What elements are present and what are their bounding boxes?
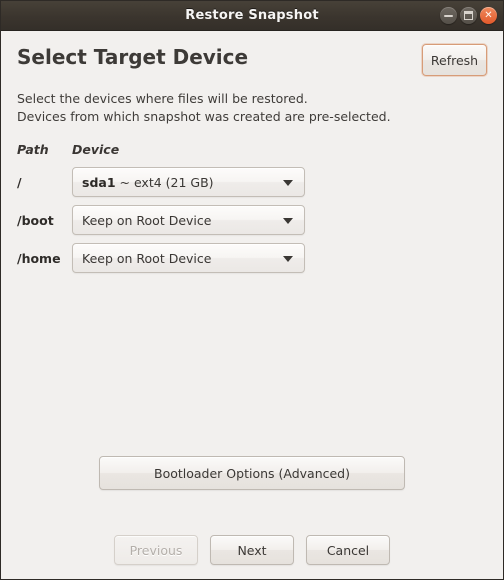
dialog-content: Select Target Device Refresh Select the … (1, 31, 503, 521)
dialog-action-bar: Previous Next Cancel (1, 521, 503, 579)
refresh-button[interactable]: Refresh (422, 44, 487, 76)
row-path-label: / (17, 174, 22, 190)
window-titlebar: Restore Snapshot ✕ (1, 1, 503, 31)
device-dropdown-root[interactable]: sda1 ~ ext4 (21 GB) (72, 167, 305, 198)
minimize-icon[interactable] (440, 7, 457, 24)
device-dropdown-root-device: sda1 (82, 174, 116, 190)
description-line-1: Select the devices where files will be r… (17, 91, 308, 106)
maximize-icon[interactable] (460, 7, 477, 24)
window-title: Restore Snapshot (185, 8, 319, 23)
device-dropdown-root-label: sda1 ~ ext4 (21 GB) (73, 175, 214, 190)
restore-snapshot-window: Restore Snapshot ✕ Select Target Device … (0, 0, 504, 580)
column-header-device: Device (72, 142, 120, 158)
table-row: / sda1 ~ ext4 (21 GB) (17, 163, 487, 201)
close-icon[interactable]: ✕ (480, 7, 497, 24)
chevron-down-icon (283, 256, 293, 263)
device-table-header-row: Path Device (17, 142, 487, 163)
bootloader-options-button[interactable]: Bootloader Options (Advanced) (99, 456, 405, 490)
table-row: /boot Keep on Root Device (17, 201, 487, 239)
device-dropdown-boot-label: Keep on Root Device (82, 212, 212, 228)
row-path-label: /boot (17, 212, 54, 228)
previous-button[interactable]: Previous (114, 535, 198, 565)
device-dropdown-home[interactable]: Keep on Root Device (72, 243, 305, 274)
device-table-body: / sda1 ~ ext4 (21 GB) /boot Keep on Root… (17, 163, 487, 277)
row-device-cell: Keep on Root Device (72, 201, 487, 239)
row-path-label: /home (17, 250, 61, 266)
device-dropdown-root-detail: ~ ext4 (21 GB) (115, 174, 214, 190)
next-button[interactable]: Next (210, 535, 294, 565)
page-title: Select Target Device (17, 45, 249, 69)
bootloader-row: Bootloader Options (Advanced) (17, 456, 487, 521)
table-row: /home Keep on Root Device (17, 239, 487, 277)
maximize-glyph (464, 11, 473, 20)
device-dropdown-home-label: Keep on Root Device (82, 250, 212, 266)
column-header-path: Path (17, 142, 49, 158)
description-text: Select the devices where files will be r… (17, 90, 487, 126)
header-row: Select Target Device Refresh (17, 44, 487, 76)
row-device-cell: sda1 ~ ext4 (21 GB) (72, 163, 487, 201)
row-device-cell: Keep on Root Device (72, 239, 487, 277)
device-dropdown-boot[interactable]: Keep on Root Device (72, 205, 305, 236)
device-table-head: Path Device (17, 142, 487, 163)
chevron-down-icon (283, 218, 293, 225)
minimize-glyph (444, 15, 453, 17)
description-line-2: Devices from which snapshot was created … (17, 109, 391, 125)
close-glyph: ✕ (484, 9, 493, 21)
chevron-down-icon (283, 180, 293, 187)
cancel-button[interactable]: Cancel (306, 535, 390, 565)
device-table: Path Device / sda1 ~ ext4 (21 GB) /boot … (17, 142, 487, 277)
window-controls: ✕ (440, 1, 497, 30)
